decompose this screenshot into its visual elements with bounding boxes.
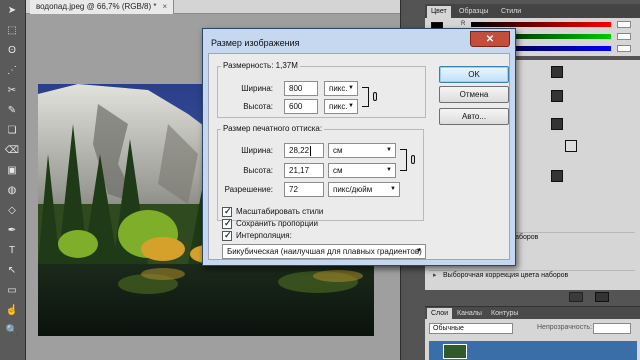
print-width-label: Ширина:: [241, 146, 273, 155]
auto-button[interactable]: Авто...: [439, 108, 509, 125]
tab-paths[interactable]: Контуры: [487, 308, 522, 319]
layer-thumbnail: [443, 344, 467, 359]
healing-brush-tool-icon[interactable]: ❏: [3, 124, 21, 137]
path-selection-tool-icon[interactable]: ↖: [3, 264, 21, 277]
layers-panel-tabs: Слои Каналы Контуры: [425, 307, 640, 319]
document-tab[interactable]: водопад.jpeg @ 66,7% (RGB/8) * ×: [30, 0, 175, 14]
pen-tool-icon[interactable]: ✒: [3, 224, 21, 237]
text-cursor: [310, 146, 311, 156]
color-panel-tabs: Цвет Образцы Стили: [425, 4, 640, 18]
close-tab-icon[interactable]: ×: [163, 2, 168, 11]
pixel-dimensions-label: Размерность: 1,37М: [221, 61, 300, 70]
print-constrain-bracket: [400, 149, 407, 171]
resolution-label: Разрешение:: [224, 185, 273, 194]
pixel-width-unit-select[interactable]: пикс. ▼: [324, 81, 358, 96]
crop-tool-icon[interactable]: ✂: [3, 84, 21, 97]
hue-saturation-adjustment-icon[interactable]: [565, 140, 577, 152]
print-width-input[interactable]: 28,22: [284, 143, 324, 158]
green-value-field[interactable]: [617, 33, 631, 40]
interpolation-method-select[interactable]: Бикубическая (наилучшая для плавных град…: [222, 244, 426, 259]
blue-value-field[interactable]: [617, 45, 631, 52]
resolution-input[interactable]: 72: [284, 182, 324, 197]
pixel-height-unit-select[interactable]: пикс. ▼: [324, 99, 358, 114]
resample-checkbox[interactable]: ✓ Интерполяция:: [222, 230, 292, 242]
print-width-unit-select[interactable]: см ▼: [328, 143, 396, 158]
scale-styles-checkbox[interactable]: ✓ Масштабировать стили: [222, 206, 323, 218]
print-height-input[interactable]: 21,17: [284, 163, 324, 178]
eyedropper-tool-icon[interactable]: ✎: [3, 104, 21, 117]
print-size-label: Размер печатного оттиска:: [221, 124, 325, 133]
tools-panel: ➤ ⬚ ʘ ⋰ ✂ ✎ ❏ ⌫ ▣ ◍ ◇ ✒ T ↖ ▭ ☝ 🔍: [0, 0, 26, 360]
dialog-title: Размер изображения: [211, 38, 300, 48]
zoom-tool-icon[interactable]: 🔍: [3, 324, 21, 337]
adjustment-preset-item[interactable]: Выборочная коррекция цвета наборов: [429, 270, 635, 281]
move-tool-icon[interactable]: ➤: [3, 4, 21, 17]
tab-styles[interactable]: Стили: [497, 6, 525, 18]
red-channel-slider[interactable]: [471, 22, 611, 27]
image-size-dialog: Размер изображения ✕ Размерность: 1,37М …: [202, 28, 516, 266]
pixel-constrain-bracket: [362, 87, 369, 107]
layer-row-selected[interactable]: [429, 341, 637, 360]
cancel-button[interactable]: Отмена: [439, 86, 509, 103]
document-tab-title: водопад.jpeg @ 66,7% (RGB/8) *: [36, 2, 157, 11]
red-channel-label: R: [461, 21, 466, 27]
ok-button[interactable]: OK: [439, 66, 509, 83]
black-white-adjustment-icon[interactable]: [551, 170, 563, 182]
pixel-constrain-link-icon: [373, 92, 377, 101]
pixel-height-input[interactable]: 600: [284, 99, 318, 114]
eraser-tool-icon[interactable]: ⌫: [3, 144, 21, 157]
tab-layers[interactable]: Слои: [427, 308, 453, 319]
layers-panel: Слои Каналы Контуры Обычные Непрозрачнос…: [425, 306, 640, 360]
opacity-field[interactable]: [593, 323, 631, 334]
dialog-body: Размерность: 1,37М Ширина: 800 пикс. ▼ Вы…: [208, 53, 510, 260]
blur-tool-icon[interactable]: ◍: [3, 184, 21, 197]
tab-color[interactable]: Цвет: [427, 6, 451, 18]
exposure-adjustment-icon[interactable]: [551, 118, 563, 130]
print-height-unit-select[interactable]: см ▼: [328, 163, 396, 178]
tab-channels[interactable]: Каналы: [453, 308, 486, 319]
adjustments-delete-icon[interactable]: [595, 292, 609, 302]
dodge-tool-icon[interactable]: ◇: [3, 204, 21, 217]
gradient-tool-icon[interactable]: ▣: [3, 164, 21, 177]
quick-selection-tool-icon[interactable]: ⋰: [3, 64, 21, 77]
pixel-width-input[interactable]: 800: [284, 81, 318, 96]
lasso-tool-icon[interactable]: ʘ: [3, 44, 21, 57]
marquee-tool-icon[interactable]: ⬚: [3, 24, 21, 37]
type-tool-icon[interactable]: T: [3, 244, 21, 257]
dialog-close-button[interactable]: ✕: [470, 31, 510, 47]
red-value-field[interactable]: [617, 21, 631, 28]
shape-tool-icon[interactable]: ▭: [3, 284, 21, 297]
curves-adjustment-icon[interactable]: [551, 90, 563, 102]
print-constrain-link-icon: [411, 155, 415, 164]
levels-adjustment-icon[interactable]: [551, 66, 563, 78]
tab-swatches[interactable]: Образцы: [455, 6, 492, 18]
opacity-label: Непрозрачность:: [537, 324, 592, 331]
adjustments-new-layer-icon[interactable]: [569, 292, 583, 302]
resolution-unit-select[interactable]: пикс/дюйм ▼: [328, 182, 400, 197]
hand-tool-icon[interactable]: ☝: [3, 304, 21, 317]
pixel-height-label: Высота:: [243, 102, 273, 111]
document-tab-bar: водопад.jpeg @ 66,7% (RGB/8) * ×: [26, 0, 400, 14]
blend-mode-select[interactable]: Обычные: [429, 323, 513, 334]
constrain-proportions-checkbox[interactable]: ✓ Сохранить пропорции: [222, 218, 318, 230]
pixel-width-label: Ширина:: [241, 84, 273, 93]
pixel-dimensions-value: 1,37М: [275, 61, 298, 70]
print-height-label: Высота:: [243, 166, 273, 175]
